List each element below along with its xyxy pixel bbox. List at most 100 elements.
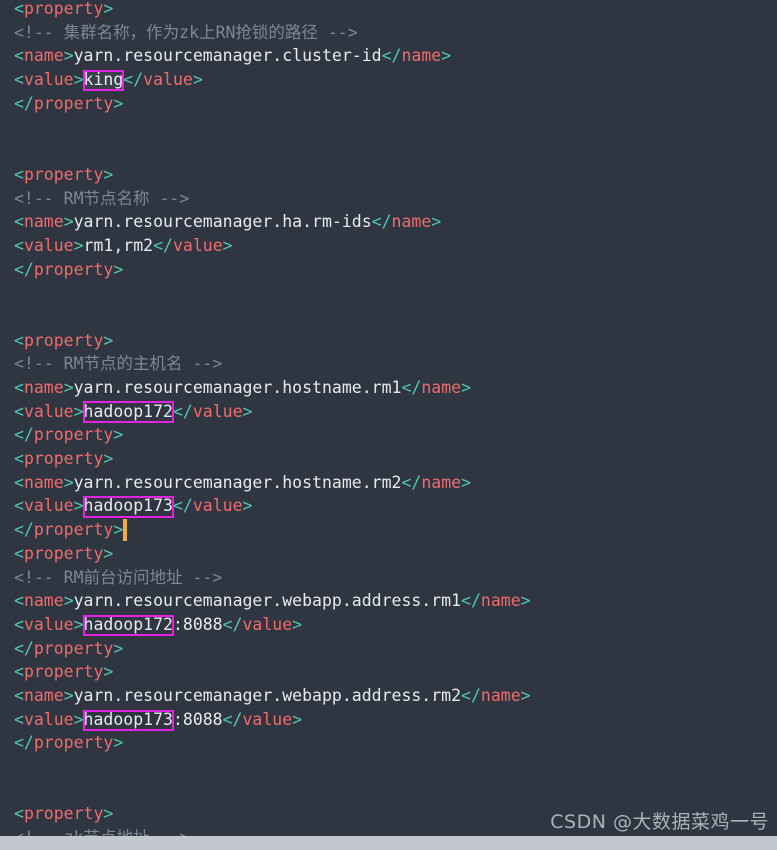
code-token: > (431, 212, 442, 232)
code-token: > (103, 804, 114, 824)
code-token: < (14, 449, 24, 469)
code-line: <value>hadoop172:8088</value> (14, 613, 777, 637)
code-token: yarn.resourcemanager.webapp.address.rm2 (73, 685, 462, 705)
code-token: yarn.resourcemanager.ha.rm-ids (73, 212, 372, 232)
code-line: <name>yarn.resourcemanager.cluster-id</n… (14, 44, 777, 68)
code-token: value (23, 496, 74, 516)
code-token: < (14, 614, 24, 634)
code-line: <value>king</value> (14, 68, 777, 92)
code-token: > (73, 401, 84, 421)
code-line: </property> (14, 423, 777, 447)
code-token: name (23, 591, 64, 611)
code-token: > (113, 259, 124, 279)
code-token: > (113, 93, 124, 113)
code-token: name (480, 591, 521, 611)
code-token: name (23, 378, 64, 397)
horizontal-scrollbar-thumb[interactable] (0, 836, 560, 850)
code-token: value (23, 70, 74, 90)
code-token: property (33, 638, 114, 658)
code-token: name (421, 472, 462, 492)
code-token: < (14, 235, 24, 255)
code-line: </property> (14, 731, 777, 755)
code-token: hadoop173:8088 (83, 709, 223, 729)
code-token: > (222, 235, 233, 255)
code-token: value (23, 709, 74, 729)
code-token: property (23, 449, 104, 469)
code-token: > (73, 709, 84, 729)
code-token: value (23, 614, 74, 634)
code-line: <!-- RM节点的主机名 --> (14, 352, 777, 376)
code-token: > (103, 164, 114, 184)
code-token: property (33, 93, 114, 113)
code-token: value (192, 401, 243, 421)
code-token: value (192, 496, 243, 516)
code-token: > (113, 520, 124, 540)
code-token: > (63, 685, 74, 705)
code-token: name (401, 46, 442, 66)
code-token: < (14, 46, 24, 66)
code-token: name (391, 212, 432, 232)
code-token: > (242, 496, 253, 516)
code-token: > (242, 401, 253, 421)
code-token: </ (461, 685, 481, 705)
code-token: > (63, 46, 74, 66)
code-token: < (14, 472, 24, 492)
code-line: <value>hadoop172</value> (14, 400, 777, 424)
code-token: > (103, 330, 114, 350)
code-token: yarn.resourcemanager.webapp.address.rm1 (73, 591, 462, 611)
code-line: <value>rm1,rm2</value> (14, 234, 777, 258)
code-token: > (461, 472, 472, 492)
code-token: <!-- RM节点名称 --> (14, 188, 190, 208)
code-line: <!-- 集群名称，作为zk上RN抢锁的路径 --> (14, 21, 777, 45)
code-token: > (73, 614, 84, 634)
code-token: < (14, 709, 24, 729)
code-token: > (63, 591, 74, 611)
code-token: > (103, 543, 114, 563)
code-token: </ (14, 520, 34, 540)
code-token: name (23, 212, 64, 232)
code-line: <property> (14, 447, 777, 471)
code-token: property (23, 543, 104, 563)
code-line: <property> (14, 660, 777, 684)
code-token: < (14, 212, 24, 232)
code-token: value (23, 235, 74, 255)
code-token: </ (14, 425, 34, 445)
code-token: > (113, 638, 124, 658)
code-token: value (23, 401, 74, 421)
code-line: <name>yarn.resourcemanager.webapp.addres… (14, 589, 777, 613)
code-token: < (14, 0, 24, 18)
code-token: > (520, 591, 531, 611)
code-line: </property> (14, 92, 777, 116)
code-token: > (461, 378, 472, 397)
code-token: </ (14, 638, 34, 658)
code-token: < (14, 330, 24, 350)
code-token: name (23, 685, 64, 705)
code-line: <property> (14, 802, 777, 826)
code-line: <value>hadoop173:8088</value> (14, 708, 777, 732)
code-token: value (242, 709, 293, 729)
code-token: > (441, 46, 452, 66)
code-token: > (113, 733, 124, 753)
code-token: </ (14, 259, 34, 279)
code-token: > (292, 614, 303, 634)
code-token: </ (14, 733, 34, 753)
code-token: </ (172, 496, 193, 516)
code-token: </ (123, 70, 144, 90)
code-line: <name>yarn.resourcemanager.hostname.rm1<… (14, 376, 777, 400)
code-token: value (172, 235, 223, 255)
horizontal-scrollbar[interactable] (0, 836, 777, 850)
code-token: property (33, 425, 114, 445)
code-line: <property> (14, 0, 777, 21)
code-line: <property> (14, 163, 777, 187)
code-token: > (73, 235, 84, 255)
code-line: <name>yarn.resourcemanager.hostname.rm2<… (14, 471, 777, 495)
code-token: property (33, 733, 114, 753)
code-token: hadoop172:8088 (83, 614, 223, 634)
code-text-area[interactable]: <property> <!-- 集群名称，作为zk上RN抢锁的路径 --> <nam… (0, 0, 777, 850)
code-editor-viewport[interactable]: <property> <!-- 集群名称，作为zk上RN抢锁的路径 --> <nam… (0, 0, 777, 850)
code-line: </property> (14, 518, 777, 542)
